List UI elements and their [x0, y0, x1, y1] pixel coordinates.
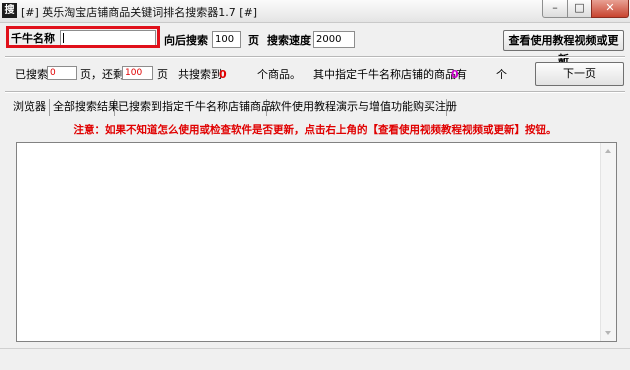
speed-input[interactable]: 2000 [313, 31, 355, 48]
remaining-pages-field[interactable]: 100 [122, 66, 153, 80]
remaining-unit: 页 [157, 68, 168, 81]
app-icon: 搜 [2, 3, 17, 18]
notice-text: 注意：如果不知道怎么使用或检查软件是否更新，点击右上角的【查看使用视频教程视频或… [73, 124, 557, 136]
found-unit: 个商品。 [257, 68, 301, 81]
remaining-label: 页，还剩 [80, 68, 124, 81]
scroll-down-arrow-icon[interactable] [605, 331, 611, 335]
next-page-button[interactable]: 下一页 [535, 62, 624, 86]
found-count: 0 [219, 68, 227, 81]
tab-all-results[interactable]: 全部搜索结果 [50, 99, 119, 116]
tutorial-button[interactable]: 查看使用教程视频或更新 [503, 30, 624, 66]
pages-label: 向后搜索 [164, 34, 208, 47]
pages-input[interactable]: 100 [212, 31, 241, 48]
shop-items-count: 0 [451, 68, 459, 81]
shop-items-label: 其中指定千牛名称店铺的商品有 [313, 68, 467, 81]
found-label: 共搜索到 [178, 68, 222, 81]
vertical-scrollbar[interactable] [600, 143, 616, 341]
tab-browser[interactable]: 浏览器 [10, 99, 50, 116]
speed-label: 搜索速度 [267, 34, 311, 47]
window-title: [#] 英乐淘宝店铺商品关键词排名搜索器1.7 [#] [21, 6, 258, 19]
maximize-button[interactable]: □ [567, 0, 592, 18]
pages-unit: 页 [248, 34, 259, 47]
title-bar: 搜 [#] 英乐淘宝店铺商品关键词排名搜索器1.7 [#] – □ ✕ [0, 0, 630, 23]
divider [5, 91, 625, 93]
tab-tutorial-register[interactable]: 软件使用教程演示与增值功能购买注册 [267, 99, 457, 116]
close-button[interactable]: ✕ [591, 0, 629, 18]
searched-pages-field[interactable]: 0 [47, 66, 77, 80]
status-bar [0, 348, 630, 370]
tab-shop-items[interactable]: 已搜索到指定千牛名称店铺商品 [115, 99, 272, 116]
divider [5, 56, 625, 58]
scroll-up-arrow-icon[interactable] [605, 149, 611, 153]
highlight-box [6, 26, 160, 48]
shop-items-unit: 个 [496, 68, 507, 81]
searched-label: 已搜索 [15, 68, 48, 81]
minimize-button[interactable]: – [542, 0, 568, 18]
results-text-area[interactable] [16, 142, 617, 342]
